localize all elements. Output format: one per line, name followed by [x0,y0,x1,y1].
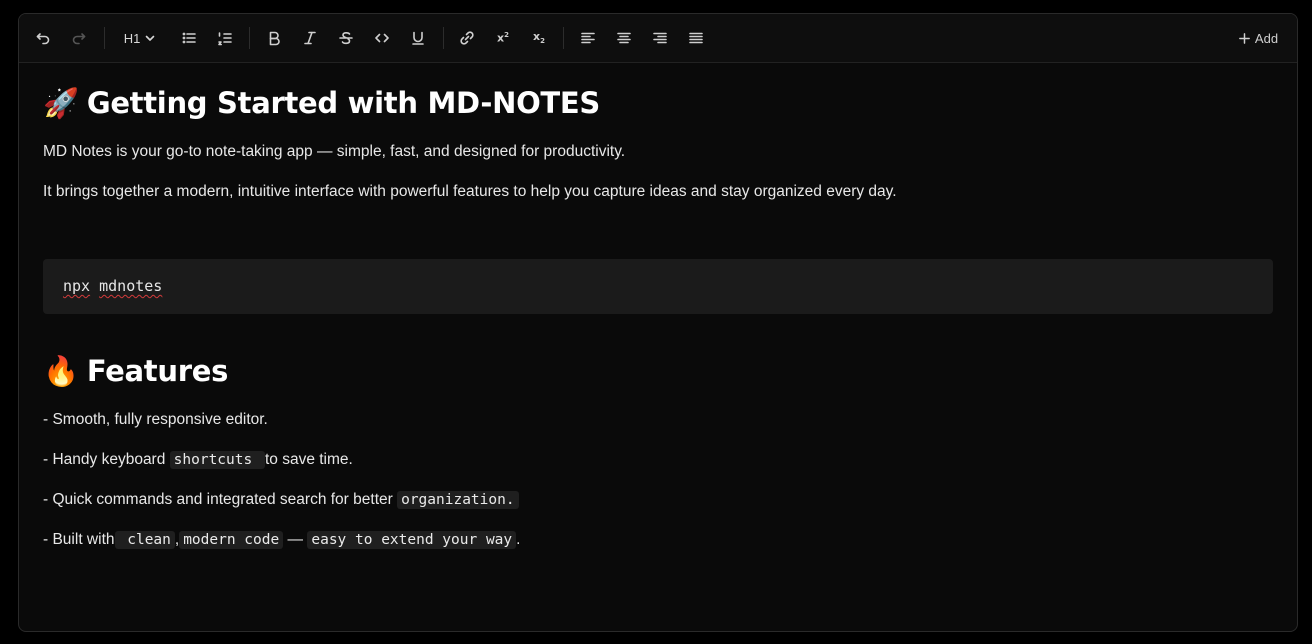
editor-content[interactable]: 🚀 Getting Started with MD-NOTES MD Notes … [43,62,1273,631]
feature-item-1: - Smooth, fully responsive editor. [43,411,268,428]
inline-code: easy to extend your way [307,531,517,549]
redo-button[interactable] [69,26,89,50]
align-right-button[interactable] [650,26,670,50]
add-button-label: Add [1254,30,1279,46]
ordered-list-icon [218,32,232,46]
code-block-text: npx mdnotes [63,277,162,295]
underline-icon [412,31,424,45]
bold-button[interactable] [264,26,284,50]
subscript-button[interactable]: x2 [529,26,549,50]
bold-icon [269,31,280,46]
align-left-button[interactable] [578,26,598,50]
link-icon [460,31,474,45]
italic-icon [304,31,316,45]
italic-button[interactable] [300,26,320,50]
toolbar-divider [249,27,250,49]
feature-item-4: - Built with clean, modern code — easy to… [43,531,521,549]
align-justify-icon [689,32,703,44]
superscript-icon: x2 [497,31,509,45]
code-word-2: mdnotes [99,277,163,295]
add-button[interactable]: Add [1233,26,1283,50]
strikethrough-icon [339,32,353,45]
bullet-list-button[interactable] [179,26,199,50]
strikethrough-button[interactable] [336,26,356,50]
heading-level-dropdown[interactable]: H1 [121,26,159,50]
code-icon [375,33,389,43]
code-block[interactable]: npx mdnotes [43,259,1273,314]
bullet-list-icon [182,32,196,44]
redo-icon [72,33,86,45]
inline-code: modern code [179,531,284,549]
code-word-1: npx [63,277,91,295]
align-right-icon [653,32,667,44]
inline-code: clean [114,531,175,549]
intro-paragraph-2: It brings together a modern, intuitive i… [43,183,897,200]
undo-icon [36,33,50,45]
document-title-text: Getting Started with MD-NOTES [86,86,600,120]
features-heading-text: Features [86,354,229,388]
document-title: 🚀 Getting Started with MD-NOTES [43,86,600,121]
feature-item-2: - Handy keyboard shortcuts to save time. [43,451,353,469]
inline-code: organization. [397,491,519,509]
chevron-down-icon [146,35,155,41]
align-center-button[interactable] [614,26,634,50]
align-left-icon [581,32,595,44]
rocket-emoji: 🚀 [43,86,79,120]
subscript-icon: x2 [533,30,545,46]
toolbar-divider [443,27,444,49]
undo-button[interactable] [33,26,53,50]
feature-item-3: - Quick commands and integrated search f… [43,491,519,509]
inline-code: shortcuts [169,451,265,469]
editor-toolbar: H1 x2 x2 Add [19,14,1297,63]
inline-code-button[interactable] [372,26,392,50]
superscript-button[interactable]: x2 [493,26,513,50]
heading-level-label: H1 [123,30,141,46]
fire-emoji: 🔥 [43,354,79,388]
link-button[interactable] [457,26,477,50]
align-center-icon [617,32,631,44]
markdown-editor: H1 x2 x2 Add 🚀 Getting Started with MD-N… [18,13,1298,632]
ordered-list-button[interactable] [215,26,235,50]
features-heading: 🔥 Features [43,354,228,389]
underline-button[interactable] [408,26,428,50]
intro-paragraph-1: MD Notes is your go-to note-taking app —… [43,143,626,160]
align-justify-button[interactable] [686,26,706,50]
toolbar-divider [563,27,564,49]
toolbar-divider [104,27,105,49]
plus-icon [1239,32,1250,44]
